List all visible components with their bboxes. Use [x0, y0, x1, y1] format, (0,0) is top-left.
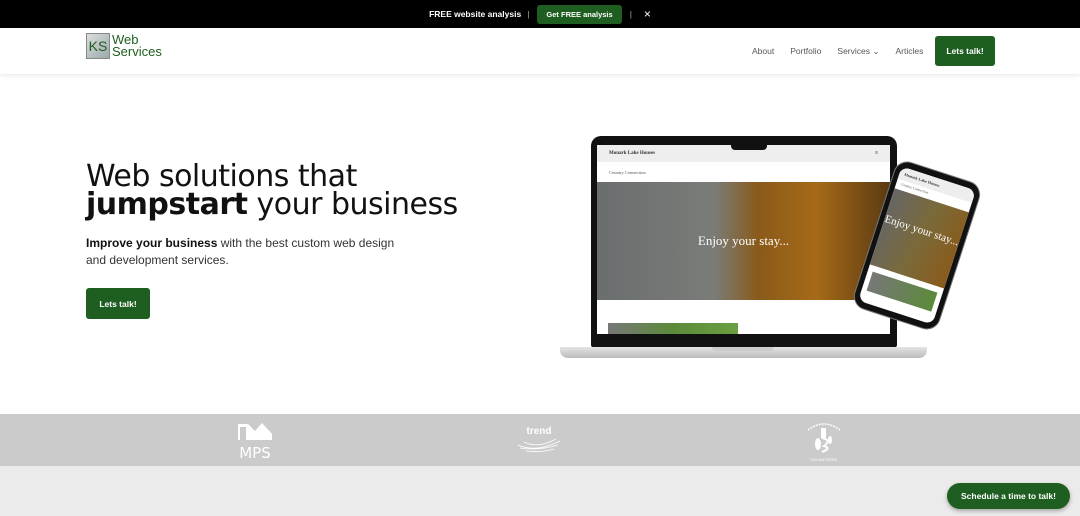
- mockup-site-title: Monark Lake Houses: [609, 151, 656, 156]
- close-icon[interactable]: ×: [644, 7, 651, 21]
- separator: |: [629, 9, 632, 19]
- hero-subtitle-bold: Improve your business: [86, 236, 218, 250]
- laptop-mockup: Monark Lake Houses ≡ Country Connection E…: [591, 136, 897, 347]
- mockup-hero-image: Enjoy your stay...: [597, 182, 890, 300]
- separator: |: [527, 9, 530, 19]
- hero-title: Web solutions that jumpstart your busine…: [86, 162, 526, 222]
- volunteers-emblem-icon: [807, 423, 841, 453]
- logo-badge: KS: [86, 33, 110, 59]
- get-free-analysis-button[interactable]: Get FREE analysis: [537, 4, 622, 24]
- site-header: KS Web Services About Portfolio Services…: [0, 28, 1080, 74]
- mps-logo-text: MPS: [239, 444, 271, 462]
- trend-logo: trend: [516, 426, 562, 456]
- nav-services-label: Services: [837, 45, 870, 56]
- chevron-down-icon: ⌄: [872, 45, 880, 56]
- nav-portfolio[interactable]: Portfolio: [790, 46, 821, 56]
- mps-logo: MPS: [238, 422, 272, 461]
- trend-logo-text: trend: [526, 426, 552, 437]
- lets-talk-nav-button[interactable]: Lets talk!: [935, 36, 995, 66]
- announcement-text: FREE website analysis: [429, 9, 522, 19]
- menu-icon: ≡: [875, 151, 878, 156]
- laptop-base: [560, 347, 927, 358]
- lets-talk-hero-button[interactable]: Lets talk!: [86, 288, 150, 319]
- nav-articles[interactable]: Articles: [896, 46, 924, 56]
- announcement-bar: FREE website analysis | Get FREE analysi…: [0, 0, 1080, 28]
- nest-icon: [517, 438, 561, 453]
- schedule-talk-button[interactable]: Schedule a time to talk!: [947, 483, 1070, 509]
- logo-text-services: Services: [112, 44, 162, 59]
- next-section: [0, 466, 1080, 516]
- logo[interactable]: KS Web Services: [86, 33, 162, 59]
- mountain-roof-icon: [238, 423, 272, 440]
- nav-about[interactable]: About: [752, 46, 774, 56]
- hero-subtitle: Improve your business with the best cust…: [86, 235, 416, 268]
- volunteers-logo: VOLUNTEERS: [804, 420, 844, 462]
- mockup-site-subtitle: Country Connection: [609, 169, 646, 175]
- nav-services[interactable]: Services ⌄: [837, 46, 879, 57]
- camera-notch: [731, 145, 767, 150]
- volunteers-logo-text: VOLUNTEERS: [810, 457, 838, 462]
- mockup-thumbnail: [608, 323, 738, 334]
- main-nav: About Portfolio Services ⌄ Articles Lets…: [752, 28, 995, 74]
- hero-title-post: your business: [247, 187, 458, 222]
- hero-title-bold: jumpstart: [86, 187, 248, 222]
- client-logos-strip: MPS trend VOLUNTEERS: [0, 414, 1080, 466]
